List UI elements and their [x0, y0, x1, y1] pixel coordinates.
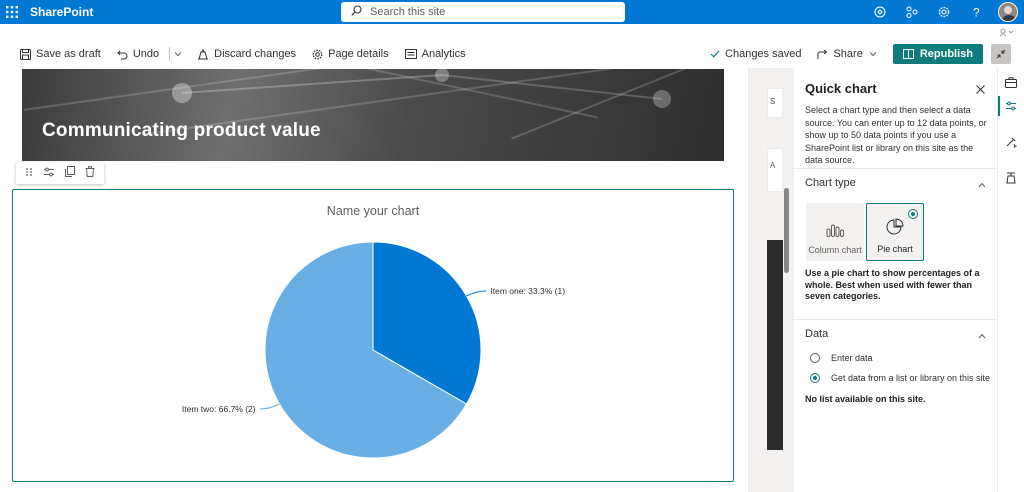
pane-title: Quick chart — [805, 81, 877, 96]
suite-actions: ? — [864, 0, 1024, 24]
search-icon — [351, 5, 362, 19]
delete-icon[interactable] — [85, 166, 95, 180]
save-status-label: Changes saved — [725, 48, 802, 60]
no-list-message: No list available on this site. — [805, 394, 926, 404]
toolbox-icon[interactable] — [1004, 75, 1018, 89]
suite-bar: SharePoint Search this site ? — [0, 0, 1024, 24]
pie-chart-option[interactable]: Pie chart — [866, 203, 924, 261]
undo-button[interactable]: Undo — [109, 40, 167, 68]
column-chart-label: Column chart — [808, 245, 862, 255]
save-draft-button[interactable]: Save as draft — [12, 40, 109, 68]
get-data-radio-button[interactable] — [810, 373, 820, 383]
rail-active-indicator — [998, 96, 1000, 116]
analytics-button[interactable]: Analytics — [397, 40, 474, 68]
drag-handle-icon[interactable] — [25, 166, 33, 180]
page-details-label: Page details — [328, 48, 389, 60]
right-rail — [997, 68, 1024, 492]
book-icon — [902, 49, 914, 59]
command-bar: Save as draft Undo Discard changes Page … — [0, 40, 1024, 68]
search-box[interactable]: Search this site — [341, 2, 625, 22]
search-placeholder: Search this site — [370, 6, 446, 18]
command-bar-right: Changes saved Share Republish — [702, 40, 1024, 68]
duplicate-icon[interactable] — [65, 166, 75, 180]
pie-leader-line-2 — [259, 403, 280, 410]
save-draft-label: Save as draft — [36, 48, 101, 60]
analytics-label: Analytics — [421, 48, 466, 60]
user-avatar[interactable] — [998, 2, 1018, 22]
quick-chart-webpart[interactable]: Name your chart Item one: 33.3% (1) Item … — [12, 189, 734, 482]
properties-sliders-icon[interactable] — [1004, 99, 1018, 113]
help-icon[interactable]: ? — [960, 0, 992, 24]
pane-description: Select a chart type and then select a da… — [805, 105, 987, 165]
section-strip: S A — [748, 68, 793, 492]
undo-icon — [117, 50, 128, 59]
pie-chart: Name your chart Item one: 33.3% (1) Item … — [182, 204, 565, 459]
section-letter-a: A — [770, 161, 776, 170]
section-card-mid: A — [767, 148, 783, 192]
enter-data-label: Enter data — [831, 353, 873, 363]
chart-type-section-header[interactable]: Chart type — [794, 168, 998, 196]
undo-label: Undo — [132, 48, 160, 60]
page-details-button[interactable]: Page details — [304, 40, 397, 68]
section-card-top: S — [767, 88, 783, 118]
chevron-down-icon — [869, 52, 877, 57]
share-label: Share — [833, 48, 863, 60]
hero-decoration — [172, 69, 671, 108]
enter-data-radio[interactable]: Enter data — [810, 353, 873, 363]
republish-label: Republish — [919, 48, 973, 60]
get-data-label: Get data from a list or library on this … — [831, 373, 991, 383]
chevron-up-icon — [978, 330, 986, 342]
pie-chart-icon — [886, 218, 904, 238]
data-section-header[interactable]: Data — [794, 319, 998, 347]
discard-icon — [198, 48, 209, 59]
get-data-radio[interactable]: Get data from a list or library on this … — [810, 373, 990, 383]
hero-banner[interactable]: Communicating product value — [22, 69, 724, 161]
pie-chart-description: Use a pie chart to show percentages of a… — [805, 268, 980, 301]
collapse-icon[interactable] — [991, 44, 1011, 64]
section-image-preview — [767, 240, 783, 450]
app-brand[interactable]: SharePoint — [30, 5, 93, 19]
pie-leader-line-1 — [466, 290, 487, 297]
pie-chart-label: Pie chart — [877, 244, 913, 254]
republish-button[interactable]: Republish — [892, 44, 983, 64]
undo-separator — [169, 47, 171, 61]
share-button[interactable]: Share — [809, 40, 884, 68]
design-ideas-icon[interactable] — [1004, 135, 1018, 149]
chart-title[interactable]: Name your chart — [327, 204, 420, 218]
column-chart-icon — [826, 223, 844, 239]
discard-changes-button[interactable]: Discard changes — [189, 40, 304, 68]
mini-people-icon[interactable] — [1000, 28, 1014, 39]
analytics-icon — [404, 49, 417, 59]
close-icon[interactable] — [976, 83, 985, 97]
share-icon — [817, 49, 828, 59]
column-chart-option[interactable]: Column chart — [806, 203, 864, 261]
share-network-icon[interactable] — [896, 0, 928, 24]
pie-slice-label-2: Item two: 66.7% (2) — [182, 404, 256, 414]
vertical-scrollbar[interactable] — [784, 188, 789, 273]
webpart-toolbar — [16, 162, 104, 184]
pie-slice-label-1: Item one: 33.3% (1) — [490, 286, 565, 296]
enter-data-radio-button[interactable] — [810, 353, 820, 363]
undo-dropdown-chevron-icon[interactable] — [172, 40, 189, 68]
checkmark-icon — [710, 50, 720, 58]
section-letter-s: S — [770, 97, 776, 106]
chevron-up-icon — [978, 179, 986, 191]
page-canvas: Communicating product value Name your ch… — [0, 68, 748, 492]
data-header-label: Data — [805, 327, 829, 340]
copilot-icon[interactable] — [864, 0, 896, 24]
property-pane: Quick chart Select a chart type and then… — [793, 68, 998, 492]
save-icon — [20, 48, 31, 60]
app-launcher-icon[interactable] — [0, 0, 24, 24]
svg-text:?: ? — [973, 6, 980, 18]
page-settings-icon[interactable] — [1004, 171, 1018, 185]
edit-properties-icon[interactable] — [43, 166, 55, 180]
chart-type-header-label: Chart type — [805, 176, 856, 189]
discard-changes-label: Discard changes — [214, 48, 297, 60]
settings-icon — [312, 49, 323, 59]
page-title[interactable]: Communicating product value — [42, 120, 321, 142]
settings-gear-icon[interactable] — [928, 0, 960, 24]
selected-indicator-icon — [908, 209, 918, 219]
save-status: Changes saved — [702, 40, 809, 68]
